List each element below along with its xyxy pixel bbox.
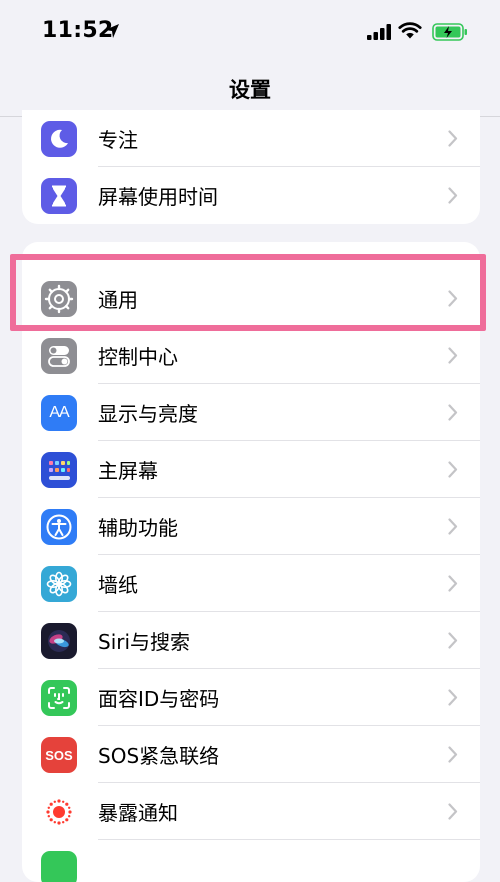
location-arrow-icon xyxy=(105,24,119,38)
settings-row-control-center[interactable]: 控制中心 xyxy=(22,327,480,384)
chevron-right-icon xyxy=(448,632,458,649)
text-size-icon: AA xyxy=(41,395,77,431)
chevron-right-icon xyxy=(448,746,458,763)
icon-glyph: AA xyxy=(49,404,69,421)
chevron-right-icon xyxy=(448,803,458,820)
settings-row-label: 控制中心 xyxy=(98,345,178,369)
page-title: 设置 xyxy=(229,78,271,102)
settings-row-label: 辅助功能 xyxy=(98,516,178,540)
settings-row-label: Siri与搜索 xyxy=(98,630,191,654)
chevron-right-icon xyxy=(448,689,458,706)
wifi-icon xyxy=(398,22,422,39)
chevron-right-icon xyxy=(448,575,458,592)
moon-icon xyxy=(41,121,77,157)
siri-icon xyxy=(41,623,77,659)
chevron-right-icon xyxy=(448,347,458,364)
highlight-box xyxy=(10,254,486,331)
settings-row-focus[interactable]: 专注 xyxy=(22,110,480,167)
settings-row-label: 暴露通知 xyxy=(98,801,178,825)
settings-row-siri-search[interactable]: Siri与搜索 xyxy=(22,612,480,669)
settings-row-emergency-sos[interactable]: SOS SOS紧急联络 xyxy=(22,726,480,783)
status-bar: 11:52 xyxy=(0,0,500,62)
chevron-right-icon xyxy=(448,461,458,478)
chevron-right-icon xyxy=(448,130,458,147)
sos-icon: SOS xyxy=(41,737,77,773)
settings-row-label: 显示与亮度 xyxy=(98,402,198,426)
app-icon xyxy=(41,851,77,882)
flower-icon xyxy=(41,566,77,602)
cellular-signal-icon xyxy=(367,24,391,40)
chevron-right-icon xyxy=(448,187,458,204)
settings-row-accessibility[interactable]: 辅助功能 xyxy=(22,498,480,555)
home-grid-icon xyxy=(41,452,77,488)
settings-row-label: 专注 xyxy=(98,128,138,152)
settings-row-label: 墙纸 xyxy=(98,573,138,597)
chevron-right-icon xyxy=(448,518,458,535)
settings-row-label: SOS紧急联络 xyxy=(98,744,220,768)
battery-charging-icon xyxy=(432,23,467,41)
toggles-icon xyxy=(41,338,77,374)
settings-row-home-screen[interactable]: 主屏幕 xyxy=(22,441,480,498)
settings-row-face-id-passcode[interactable]: 面容ID与密码 xyxy=(22,669,480,726)
settings-row-label: 主屏幕 xyxy=(98,459,158,483)
icon-glyph: SOS xyxy=(45,747,73,763)
settings-group-focus: 专注 屏幕使用时间 xyxy=(22,110,480,224)
settings-row-display-brightness[interactable]: AA 显示与亮度 xyxy=(22,384,480,441)
settings-row-partial[interactable] xyxy=(22,840,480,882)
settings-row-exposure-notifications[interactable]: 暴露通知 xyxy=(22,783,480,840)
accessibility-icon xyxy=(41,509,77,545)
exposure-icon xyxy=(41,794,77,830)
settings-row-screen-time[interactable]: 屏幕使用时间 xyxy=(22,167,480,224)
settings-row-label: 屏幕使用时间 xyxy=(98,185,218,209)
settings-group-general: 通用 控制中心 AA 显示与亮度 主屏幕 辅助功能 墙纸 Siri与搜索 面容I… xyxy=(22,242,480,882)
settings-row-label: 面容ID与密码 xyxy=(98,687,220,711)
chevron-right-icon xyxy=(448,404,458,421)
hourglass-icon xyxy=(41,178,77,214)
face-id-icon xyxy=(41,680,77,716)
settings-row-wallpaper[interactable]: 墙纸 xyxy=(22,555,480,612)
